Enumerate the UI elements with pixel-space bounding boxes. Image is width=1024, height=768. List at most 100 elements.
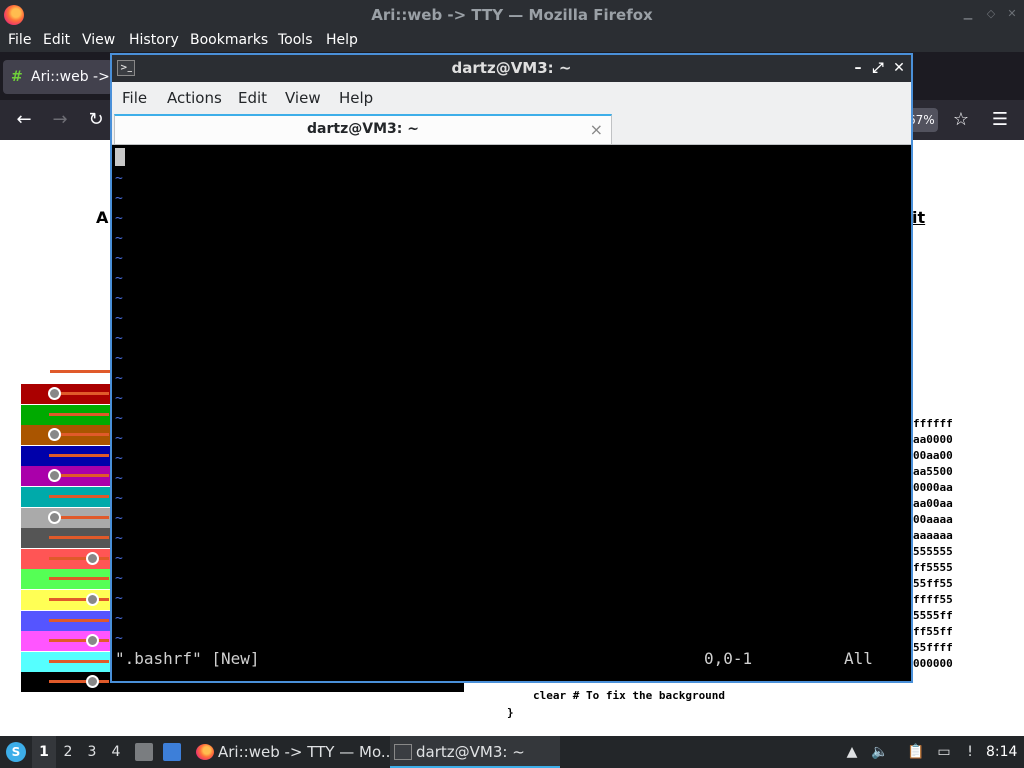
menu-edit[interactable]: Edit: [43, 32, 70, 48]
vim-tilde: ~: [115, 431, 123, 446]
slider-track[interactable]: [49, 680, 109, 684]
terminal-menu-actions[interactable]: Actions: [167, 89, 222, 107]
hex-code: 5555ff: [913, 609, 953, 622]
terminal-close-icon[interactable]: ✕: [891, 55, 907, 82]
terminal-minimize-icon[interactable]: –: [850, 55, 866, 82]
volume-icon[interactable]: 🔈: [871, 743, 889, 761]
code-line: clear # To fix the background: [533, 689, 726, 702]
page-heading-right-fragment[interactable]: it: [912, 208, 925, 227]
slider-thumb[interactable]: [86, 551, 99, 565]
back-arrow-icon[interactable]: ←: [12, 108, 36, 132]
terminal-menu-edit[interactable]: Edit: [238, 89, 267, 107]
slider-track[interactable]: [49, 639, 109, 643]
workspace-2[interactable]: 2: [56, 736, 80, 768]
app-launcher-icon[interactable]: S: [6, 742, 26, 762]
hex-code: 00aa00: [913, 449, 953, 462]
slider-track[interactable]: [49, 495, 109, 498]
show-desktop-icon[interactable]: [163, 743, 181, 761]
hex-code: 0000aa: [913, 481, 953, 494]
vim-tilde: ~: [115, 571, 123, 586]
terminal-window[interactable]: >_ dartz@VM3: ~ – ⤢ ✕ File Actions Edit …: [110, 53, 913, 683]
vim-tilde: ~: [115, 351, 123, 366]
vim-tilde: ~: [115, 531, 123, 546]
hex-code: aaaaaa: [913, 529, 953, 542]
clock: 8:14: [986, 744, 1018, 760]
vim-tilde: ~: [115, 231, 123, 246]
terminal-maximize-icon[interactable]: ⤢: [870, 55, 886, 82]
hex-code: 00aaaa: [913, 513, 953, 526]
slider-thumb[interactable]: [48, 469, 61, 483]
tab-close-icon[interactable]: ×: [590, 116, 603, 143]
notification-icon[interactable]: !: [961, 743, 979, 761]
close-icon[interactable]: ✕: [1006, 8, 1018, 20]
terminal-tab[interactable]: dartz@VM3: ~ ×: [114, 114, 612, 144]
bookmark-star-icon[interactable]: ☆: [949, 108, 973, 132]
firefox-menubar: File Edit View History Bookmarks Tools H…: [0, 30, 1024, 52]
slider-thumb[interactable]: [86, 593, 99, 606]
slider-track[interactable]: [49, 577, 109, 581]
slider-track[interactable]: [49, 536, 109, 540]
slider-track[interactable]: [49, 453, 109, 457]
file-manager-icon[interactable]: [135, 743, 153, 761]
network-icon[interactable]: ▭: [935, 743, 953, 761]
workspace-3[interactable]: 3: [80, 736, 104, 768]
terminal-titlebar[interactable]: >_ dartz@VM3: ~ – ⤢ ✕: [112, 55, 911, 82]
hex-code: 555555: [913, 545, 953, 558]
taskbar: S 1 2 3 4 Ari::web -> TTY — Mo... dartz@…: [0, 736, 1024, 768]
vim-tilde: ~: [115, 191, 123, 206]
minimize-icon[interactable]: ▁: [962, 8, 974, 20]
code-line: }: [507, 706, 514, 719]
menu-help[interactable]: Help: [326, 32, 358, 48]
slider-track[interactable]: [49, 618, 109, 622]
hex-code: ffff55: [913, 593, 953, 606]
terminal-menu-file[interactable]: File: [122, 89, 147, 107]
slider-track[interactable]: [49, 412, 109, 416]
vim-tilde: ~: [115, 311, 123, 326]
forward-arrow-icon[interactable]: →: [48, 108, 72, 132]
firefox-tab-label: Ari::web ->: [31, 69, 110, 85]
maximize-icon[interactable]: ◇: [985, 8, 997, 20]
workspace-1[interactable]: 1: [32, 736, 56, 768]
clipboard-icon[interactable]: 📋: [907, 743, 925, 761]
vim-tilde: ~: [115, 551, 123, 566]
workspace-4[interactable]: 4: [104, 736, 128, 768]
reload-icon[interactable]: ↻: [84, 108, 108, 132]
hex-code: 55ffff: [913, 641, 953, 654]
slider-thumb[interactable]: [48, 510, 61, 524]
firefox-titlebar[interactable]: Ari::web -> TTY — Mozilla Firefox ▁ ◇ ✕: [0, 0, 1024, 30]
task-firefox-label: Ari::web -> TTY — Mo...: [218, 743, 396, 761]
slider-track[interactable]: [49, 659, 109, 663]
vim-tilde: ~: [115, 371, 123, 386]
slider-thumb[interactable]: [86, 634, 99, 648]
updates-icon[interactable]: ▲: [843, 743, 861, 761]
hex-code: ff55ff: [913, 625, 953, 638]
hex-code: 000000: [913, 657, 953, 670]
slider-thumb[interactable]: [86, 675, 99, 689]
vim-tilde: ~: [115, 251, 123, 266]
menu-bookmarks[interactable]: Bookmarks: [190, 32, 268, 48]
slider-thumb[interactable]: [48, 428, 61, 442]
slider-thumb[interactable]: [48, 387, 61, 400]
task-terminal[interactable]: dartz@VM3: ~: [390, 736, 560, 768]
terminal-menu-view[interactable]: View: [285, 89, 321, 107]
vim-tilde: ~: [115, 331, 123, 346]
menu-view[interactable]: View: [82, 32, 115, 48]
slider-track[interactable]: [50, 370, 110, 373]
hex-code: ff5555: [913, 561, 953, 574]
menu-file[interactable]: File: [8, 32, 31, 48]
vim-tilde: ~: [115, 391, 123, 406]
menu-tools[interactable]: Tools: [278, 32, 313, 48]
firefox-tab[interactable]: # Ari::web ->: [3, 60, 113, 94]
terminal-tabbar: dartz@VM3: ~ ×: [112, 113, 911, 145]
slider-track[interactable]: [49, 598, 109, 601]
vim-tilde: ~: [115, 451, 123, 466]
hex-code: ffffff: [913, 417, 953, 430]
vim-status-position: 0,0-1: [704, 649, 753, 668]
terminal-menu-help[interactable]: Help: [339, 89, 373, 107]
slider-track[interactable]: [49, 556, 109, 560]
vim-tilde: ~: [115, 211, 123, 226]
menu-history[interactable]: History: [129, 32, 179, 48]
task-firefox[interactable]: Ari::web -> TTY — Mo...: [192, 736, 395, 768]
terminal-body[interactable]: ~ ~ ~ ~ ~ ~ ~ ~ ~ ~ ~ ~ ~ ~ ~ ~ ~ ~ ~ ~ ~ ~ ~ ~ ".bashrf" [New]…: [112, 145, 911, 681]
hamburger-menu-icon[interactable]: ☰: [988, 108, 1012, 132]
